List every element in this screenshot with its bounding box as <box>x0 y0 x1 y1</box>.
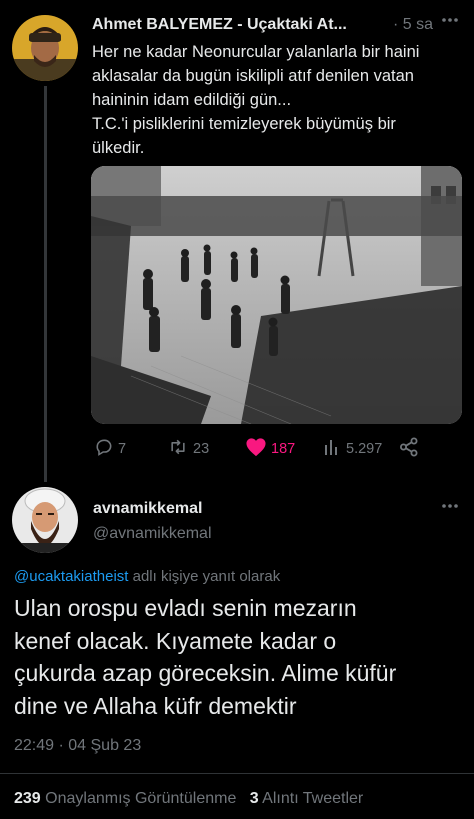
reply-tweet-text: Ulan orospu evladı senin mezarın kenef o… <box>14 592 469 722</box>
quote-tweets-stat[interactable]: 3 Alıntı Tweetler <box>250 790 364 807</box>
quote-tweets-label: Alıntı Tweetler <box>258 790 364 807</box>
retweet-count: 23 <box>193 441 210 457</box>
reply-button[interactable]: 7 <box>94 437 126 461</box>
tweet-text-line: T.C.'i pisliklerini temizleyerek büyümüş… <box>92 115 396 133</box>
views-button[interactable]: 5.297 <box>322 437 382 461</box>
quote-tweets-count: 3 <box>249 790 259 807</box>
share-button[interactable] <box>399 437 419 461</box>
tweet-text: Her ne kadar Neonurcular yalanlarla bir … <box>92 40 464 160</box>
verified-views-stat[interactable]: 239 Onaylanmış Görüntülenme <box>14 790 236 807</box>
tweet-photo[interactable] <box>91 166 462 424</box>
share-icon <box>399 437 419 461</box>
more-icon[interactable] <box>440 10 460 35</box>
author-avatar[interactable] <box>12 15 78 81</box>
replying-to-suffix: adlı kişiye yanıt olarak <box>128 568 281 585</box>
engagement-stats: 239 Onaylanmış Görüntülenme 3 Alıntı Twe… <box>14 790 363 808</box>
retweet-button[interactable]: 23 <box>167 437 209 461</box>
reply-timestamp[interactable]: 22:49 · 04 Şub 23 <box>14 737 141 755</box>
reply-text-line: kenef olacak. Kıyamete kadar o <box>14 627 337 654</box>
tweet-text-line: ülkedir. <box>92 139 145 157</box>
divider <box>0 773 474 774</box>
verified-views-label: Onaylanmış Görüntülenme <box>40 790 237 807</box>
reply-author-name[interactable]: avnamikkemal <box>93 500 202 518</box>
tweet-text-line: Her ne kadar Neonurcular yalanlarla bir … <box>92 43 420 61</box>
reply-count: 7 <box>118 441 127 457</box>
more-icon[interactable] <box>440 496 460 521</box>
views-icon <box>322 437 342 461</box>
reply-author-handle[interactable]: @avnamikkemal <box>93 525 212 543</box>
heart-icon <box>245 437 267 461</box>
like-button[interactable]: 187 <box>245 437 295 461</box>
reply-text-line: çukurda azap göreceksin. Alime küfür <box>14 660 397 686</box>
timestamp-text: 5 sa <box>402 16 434 33</box>
retweet-icon <box>167 437 189 461</box>
author-name[interactable]: Ahmet BALYEMEZ - Uçaktaki At... <box>92 16 347 34</box>
replying-to-handle-link[interactable]: @ucaktakiatheist <box>14 568 128 585</box>
tweet-text-line: aklasalar da bugün iskilipli atıf denile… <box>92 67 414 85</box>
reply-text-line: Ulan orospu evladı senin mezarın <box>14 595 357 621</box>
reply-text-line: dine ve Allaha küfr demektir <box>14 692 297 719</box>
like-count: 187 <box>271 441 296 457</box>
verified-views-count: 239 <box>14 790 41 807</box>
thread-connector-line <box>44 86 47 482</box>
views-count: 5.297 <box>346 441 383 457</box>
tweet-text-line: haininin idam edildiği gün... <box>92 91 292 109</box>
reply-icon <box>94 437 114 461</box>
timestamp[interactable]: · 5 sa <box>393 16 433 34</box>
replying-to: @ucaktakiatheist adlı kişiye yanıt olara… <box>14 568 280 585</box>
reply-author-avatar[interactable] <box>12 487 78 553</box>
